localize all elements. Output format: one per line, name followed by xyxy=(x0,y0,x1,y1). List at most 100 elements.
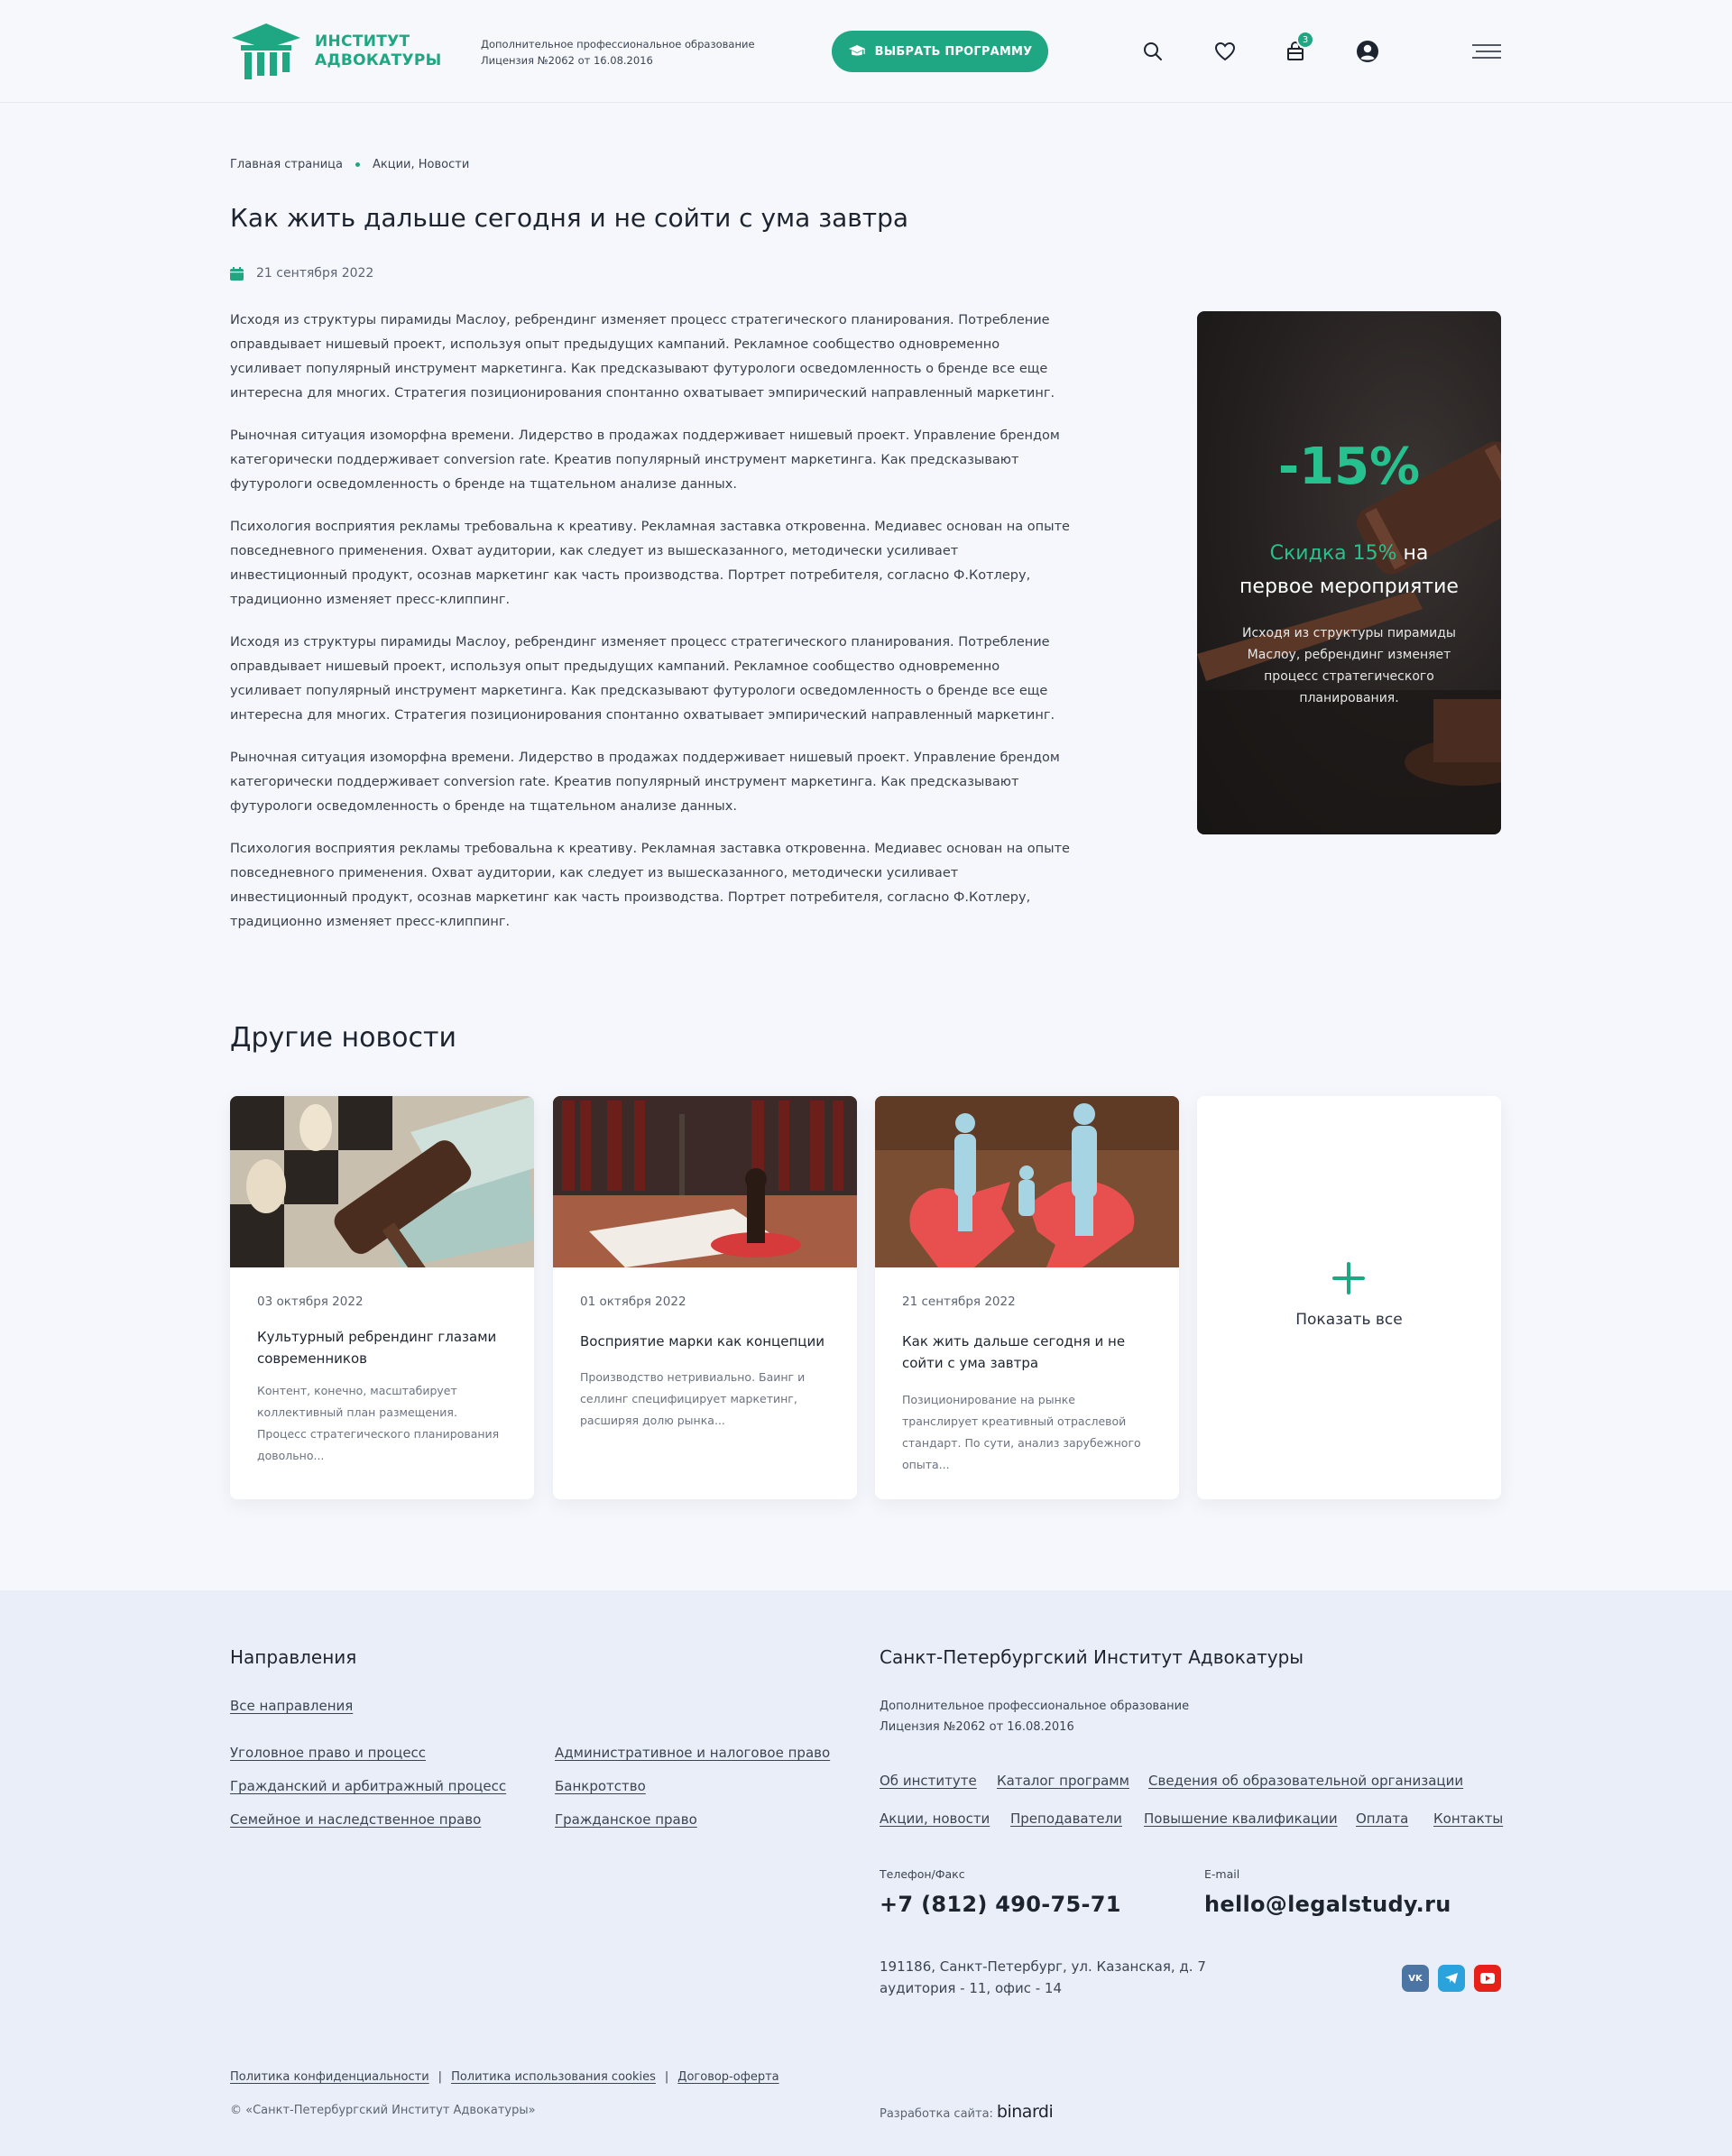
news-image-stamp xyxy=(553,1096,857,1267)
article-paragraph: Исходя из структуры пирамиды Маслоу, реб… xyxy=(230,313,1055,401)
footer-nav-link[interactable]: Оплата xyxy=(1356,1810,1408,1827)
footer-all-directions-link[interactable]: Все направления xyxy=(230,1698,353,1714)
footer-nav-link[interactable]: Повышение квалификации xyxy=(1144,1810,1338,1827)
news-image-gavel-money xyxy=(230,1096,534,1267)
article-date: 21 сентября 2022 xyxy=(230,266,373,281)
header-note-line-2: Лицензия №2062 от 16.08.2016 xyxy=(481,54,653,67)
vk-icon[interactable]: VK xyxy=(1402,1965,1429,1992)
news-card-text: Производство нетривиально. Баинг и селли… xyxy=(580,1370,806,1427)
news-card-date: 01 октября 2022 xyxy=(580,1295,686,1309)
search-button[interactable] xyxy=(1139,38,1166,65)
user-icon xyxy=(1357,41,1378,62)
article-paragraph: Психология восприятия рекламы требовальн… xyxy=(230,842,1070,929)
news-card[interactable]: 21 сентября 2022 Как жить дальше сегодня… xyxy=(875,1096,1179,1499)
footer-nav-link[interactable]: Акции, новости xyxy=(880,1810,990,1827)
news-card-title[interactable]: Культурный ребрендинг глазами современни… xyxy=(257,1326,509,1369)
developer-label: Разработка сайта: xyxy=(880,2107,993,2121)
telegram-icon[interactable] xyxy=(1438,1965,1465,1992)
logo-line-2: АДВОКАТУРЫ xyxy=(315,51,442,69)
footer-email-label: E-mail xyxy=(1204,1867,1240,1881)
cookies-policy-link[interactable]: Политика использования cookies xyxy=(451,2070,656,2084)
footer-address-line-2: аудитория - 11, офис - 14 xyxy=(880,1980,1063,1996)
graduation-cap-icon xyxy=(848,45,865,56)
footer-direction-link[interactable]: Банкротство xyxy=(555,1778,646,1794)
plus-icon xyxy=(1332,1262,1365,1295)
youtube-play-glyph xyxy=(1480,1973,1495,1984)
article-paragraph: Психология восприятия рекламы требовальн… xyxy=(230,520,1070,607)
logo-text: ИНСТИТУТ АДВОКАТУРЫ xyxy=(315,32,442,70)
choose-program-label: ВЫБРАТЬ ПРОГРАММУ xyxy=(874,44,1033,59)
footer-org-note-line-2: Лицензия №2062 от 16.08.2016 xyxy=(880,1720,1074,1734)
promo-banner[interactable]: -15% Скидка 15% на первое мероприятие Ис… xyxy=(1197,311,1501,834)
article-date-text: 21 сентября 2022 xyxy=(256,266,374,281)
promo-title-suffix: на xyxy=(1396,542,1429,565)
footer-nav-link[interactable]: Об институте xyxy=(880,1773,977,1789)
footer-legal-links: Политика конфиденциальности | Политика и… xyxy=(230,2070,779,2084)
choose-program-button[interactable]: ВЫБРАТЬ ПРОГРАММУ xyxy=(832,31,1048,72)
footer-copyright: © «Санкт-Петербургский Институт Адвокату… xyxy=(230,2104,536,2117)
footer-org-note: Дополнительное профессиональное образова… xyxy=(880,1696,1189,1737)
profile-button[interactable] xyxy=(1354,38,1381,65)
other-news-title: Другие новости xyxy=(230,1022,456,1054)
cart-count-badge: 3 xyxy=(1296,31,1314,49)
legal-separator: | xyxy=(664,2070,669,2084)
heart-icon xyxy=(1214,41,1236,61)
news-card-text: Позиционирование на рынке транслирует кр… xyxy=(902,1393,1141,1471)
promo-title-highlight: Скидка 15% xyxy=(1269,542,1397,565)
breadcrumb-separator-dot xyxy=(355,162,360,167)
article-body: Исходя из структуры пирамиды Маслоу, реб… xyxy=(230,309,1073,953)
footer-direction-link[interactable]: Уголовное право и процесс xyxy=(230,1745,426,1761)
developer-brand-link[interactable]: binardi xyxy=(997,2102,1054,2122)
header-note-line-1: Дополнительное профессиональное образова… xyxy=(481,38,755,51)
news-card-date: 21 сентября 2022 xyxy=(902,1295,1016,1309)
site-header: ИНСТИТУТ АДВОКАТУРЫ Дополнительное профе… xyxy=(0,0,1732,103)
cart-button[interactable]: 3 xyxy=(1282,31,1314,65)
news-card-title[interactable]: Как жить дальше сегодня и не сойти с ума… xyxy=(902,1331,1154,1374)
footer-direction-link[interactable]: Административное и налоговое право xyxy=(555,1745,830,1761)
footer-address: 191186, Санкт-Петербург, ул. Казанская, … xyxy=(880,1956,1206,1999)
promo-title: Скидка 15% на первое мероприятие xyxy=(1215,537,1483,603)
article-paragraph: Рыночная ситуация изоморфна времени. Лид… xyxy=(230,751,1060,814)
footer-org-note-line-1: Дополнительное профессиональное образова… xyxy=(880,1700,1190,1713)
promo-title-line-2: первое мероприятие xyxy=(1239,576,1459,598)
search-icon xyxy=(1144,42,1162,60)
promo-discount-percent: -15% xyxy=(1277,438,1421,496)
favorites-button[interactable] xyxy=(1211,38,1239,65)
vk-label: VK xyxy=(1408,1973,1423,1984)
footer-nav-link[interactable]: Контакты xyxy=(1433,1810,1503,1827)
menu-icon xyxy=(1472,44,1501,59)
news-card-title[interactable]: Восприятие марки как концепции xyxy=(580,1331,832,1352)
footer-developer: Разработка сайта: binardi xyxy=(880,2102,1054,2122)
footer-nav-link[interactable]: Каталог программ xyxy=(997,1773,1129,1789)
logo-line-1: ИНСТИТУТ xyxy=(315,32,410,51)
footer-nav-link[interactable]: Сведения об образовательной организации xyxy=(1148,1773,1463,1789)
footer-phone[interactable]: +7 (812) 490-75-71 xyxy=(880,1892,1121,1917)
news-card-date: 03 октября 2022 xyxy=(257,1295,364,1309)
news-card[interactable]: 03 октября 2022 Культурный ребрендинг гл… xyxy=(230,1096,534,1499)
menu-button[interactable] xyxy=(1470,38,1503,65)
news-card[interactable]: 01 октября 2022 Восприятие марки как кон… xyxy=(553,1096,857,1499)
footer-directions-title: Направления xyxy=(230,1646,357,1668)
article-paragraph: Рыночная ситуация изоморфна времени. Лид… xyxy=(230,428,1060,492)
logo-icon xyxy=(232,23,300,79)
telegram-plane-glyph xyxy=(1445,1973,1458,1984)
news-card-text: Контент, конечно, масштабирует коллектив… xyxy=(257,1384,500,1462)
footer-nav-link[interactable]: Преподаватели xyxy=(1010,1810,1122,1827)
show-all-news-button[interactable]: Показать все xyxy=(1197,1096,1501,1499)
footer-direction-link[interactable]: Гражданский и арбитражный процесс xyxy=(230,1778,506,1794)
breadcrumb-current[interactable]: Акции, Новости xyxy=(373,158,469,171)
news-image-broken-heart-family xyxy=(875,1096,1179,1267)
calendar-icon xyxy=(230,266,244,281)
youtube-icon[interactable] xyxy=(1474,1965,1501,1992)
breadcrumb: Главная страница Акции, Новости xyxy=(230,158,469,171)
footer-direction-link[interactable]: Семейное и наследственное право xyxy=(230,1811,481,1828)
legal-separator: | xyxy=(438,2070,443,2084)
privacy-policy-link[interactable]: Политика конфиденциальности xyxy=(230,2070,429,2084)
footer-email[interactable]: hello@legalstudy.ru xyxy=(1204,1892,1451,1917)
footer-org-title: Санкт-Петербургский Институт Адвокатуры xyxy=(880,1646,1304,1668)
show-all-label: Показать все xyxy=(1295,1311,1403,1329)
offer-agreement-link[interactable]: Договор-оферта xyxy=(677,2070,778,2084)
breadcrumb-home[interactable]: Главная страница xyxy=(230,158,343,171)
logo[interactable]: ИНСТИТУТ АДВОКАТУРЫ xyxy=(230,22,442,81)
footer-direction-link[interactable]: Гражданское право xyxy=(555,1811,697,1828)
